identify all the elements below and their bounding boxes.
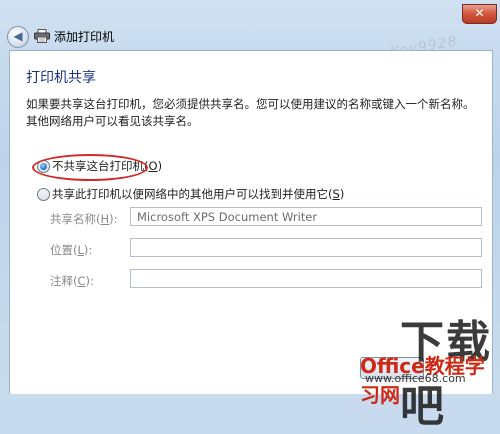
share-text: 共享此打印机以便网络中的其他用户可以找到并使用它 — [52, 187, 328, 201]
location-label: 位置(L): — [50, 243, 93, 257]
share-name-label-text: 共享名称 — [50, 212, 96, 226]
comment-label: 注释(C): — [50, 274, 94, 288]
share-radio[interactable] — [37, 188, 50, 201]
location-input[interactable] — [130, 238, 482, 257]
printer-icon — [34, 29, 50, 43]
share-hotkey: S — [332, 187, 340, 201]
red-annotation-circle — [32, 154, 148, 181]
dialog-window: ✕ ◀ 添加打印机 百度经验 by Key9928 打印机共享 如果要共享这台打… — [0, 0, 500, 432]
comment-label-text: 注释 — [50, 274, 73, 288]
share-label[interactable]: 共享此打印机以便网络中的其他用户可以找到并使用它(S) — [52, 186, 344, 202]
page-title: 打印机共享 — [26, 70, 96, 86]
page-description: 如果要共享这台打印机，您必须提供共享名。您可以使用建议的名称或键入一个新名称。其… — [26, 97, 475, 128]
no-share-hotkey: O — [148, 159, 158, 173]
share-name-label: 共享名称(H): — [50, 212, 118, 226]
location-label-text: 位置 — [50, 243, 73, 257]
comment-input[interactable] — [130, 269, 482, 288]
window-title: 添加打印机 — [54, 30, 115, 44]
share-name-input[interactable]: Microsoft XPS Document Writer — [130, 207, 482, 226]
close-button[interactable]: ✕ — [462, 4, 497, 24]
location-hotkey: L — [77, 243, 84, 257]
back-button[interactable]: ◀ — [7, 26, 29, 48]
watermark-url: www.office68.com — [365, 372, 466, 385]
comment-hotkey: C — [77, 274, 86, 288]
share-name-hotkey: H — [100, 212, 110, 226]
